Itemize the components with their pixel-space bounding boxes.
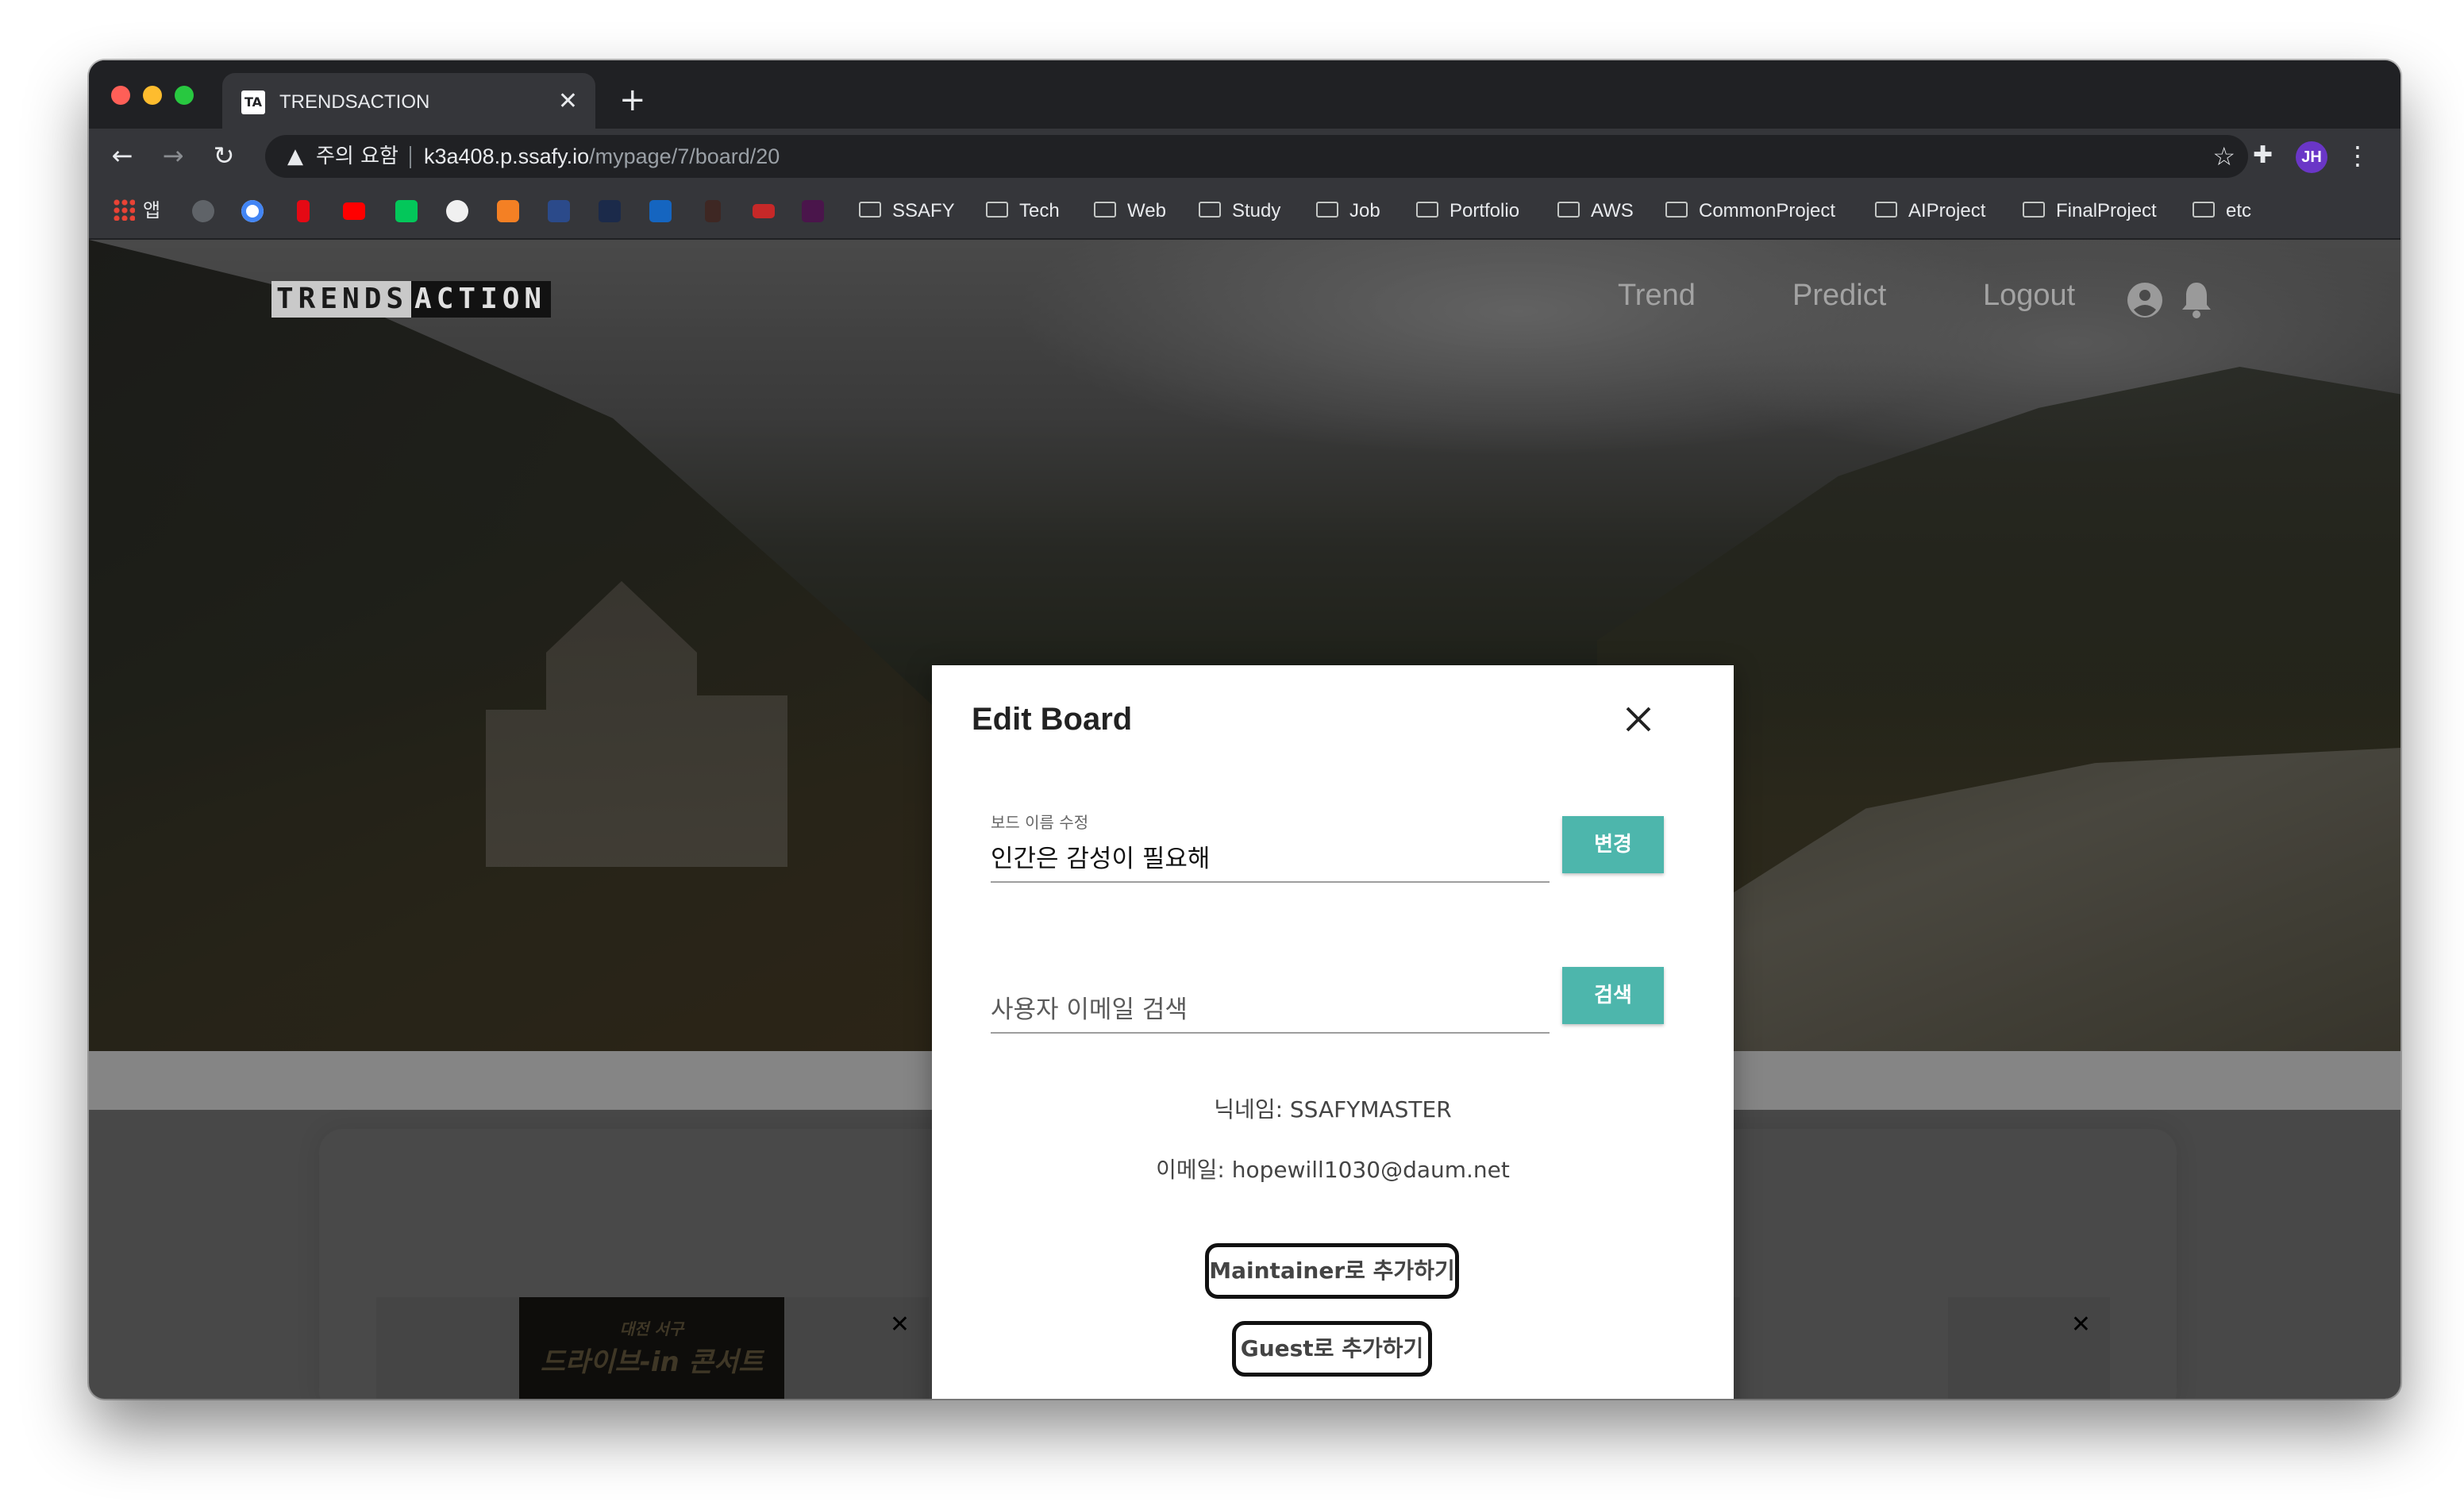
nav-logout-link[interactable]: Logout bbox=[1983, 275, 2075, 316]
code-brackets-icon[interactable] bbox=[548, 200, 570, 222]
security-warning-label[interactable]: 주의 요함 bbox=[316, 143, 398, 170]
tab-close-icon[interactable]: ✕ bbox=[558, 87, 578, 116]
folder-icon bbox=[1316, 201, 1338, 218]
board-name-input[interactable] bbox=[991, 842, 1550, 876]
youtube-icon[interactable] bbox=[343, 202, 365, 220]
chrome-menu-icon[interactable]: ⋮ bbox=[2345, 140, 2370, 171]
udemy-icon[interactable] bbox=[753, 204, 775, 218]
bookmark-label: SSAFY bbox=[892, 200, 955, 221]
modal-title: Edit Board bbox=[972, 702, 1133, 737]
bookmark-label: Study bbox=[1232, 200, 1281, 221]
browser-toolbar: ← → ↻ ▲ 주의 요함 k3a408.p.ssafy.io/mypage/7… bbox=[89, 129, 2400, 184]
address-bar[interactable]: ▲ 주의 요함 k3a408.p.ssafy.io/mypage/7/board… bbox=[265, 135, 2248, 178]
bookmark-apps-label: 앱 bbox=[143, 200, 161, 221]
nav-predict-link[interactable]: Predict bbox=[1792, 275, 1886, 316]
url-host: k3a408.p.ssafy.io bbox=[424, 144, 590, 168]
bookmark-label: Job bbox=[1349, 200, 1380, 221]
github-icon[interactable] bbox=[446, 200, 468, 222]
change-name-button[interactable]: 변경 bbox=[1562, 816, 1664, 873]
folder-icon bbox=[859, 201, 881, 218]
bookmark-folder-portfolio[interactable]: Portfolio bbox=[1416, 195, 1519, 227]
close-icon[interactable] bbox=[1618, 699, 1659, 740]
add-guest-button[interactable]: Guest로 추가하기 bbox=[1232, 1321, 1432, 1377]
url-text[interactable]: k3a408.p.ssafy.io/mypage/7/board/20 bbox=[424, 143, 780, 170]
google-icon[interactable] bbox=[241, 200, 264, 222]
board-name-field[interactable]: 보드 이름 수정 bbox=[991, 811, 1550, 883]
bookmark-label: AIProject bbox=[1908, 200, 1986, 221]
site-favicon: TA bbox=[241, 91, 265, 114]
site-logo[interactable]: TRENDS ACTION bbox=[271, 281, 552, 318]
tab-title: TRENDSACTION bbox=[279, 91, 430, 113]
folder-icon bbox=[1875, 201, 1897, 218]
bookmark-apps[interactable]: 앱 bbox=[113, 195, 160, 227]
bookmark-folder-etc[interactable]: etc bbox=[2193, 195, 2251, 227]
apps-grid-icon bbox=[113, 198, 135, 221]
bookmark-label: FinalProject bbox=[2056, 200, 2157, 221]
folder-icon bbox=[2193, 201, 2215, 218]
bookmark-label: Web bbox=[1127, 200, 1166, 221]
search-button[interactable]: 검색 bbox=[1562, 967, 1664, 1024]
bookmark-label: etc bbox=[2226, 200, 2252, 221]
folder-icon bbox=[1416, 201, 1438, 218]
naver-icon[interactable] bbox=[395, 200, 418, 222]
bookmark-folder-aws[interactable]: AWS bbox=[1557, 195, 1634, 227]
bookmarks-bar: 앱 SSAFY Tech Web Study Job Portfolio AWS… bbox=[89, 184, 2400, 240]
folder-icon bbox=[1557, 201, 1580, 218]
user-email-search-input[interactable] bbox=[991, 992, 1550, 1027]
bookmark-folder-job[interactable]: Job bbox=[1316, 195, 1380, 227]
window-zoom-button[interactable] bbox=[175, 86, 194, 105]
new-tab-button[interactable]: + bbox=[619, 84, 646, 116]
folder-icon bbox=[1665, 201, 1688, 218]
bookmark-label: Portfolio bbox=[1450, 200, 1520, 221]
bookmark-folder-tech[interactable]: Tech bbox=[986, 195, 1060, 227]
add-maintainer-button[interactable]: Maintainer로 추가하기 bbox=[1205, 1243, 1459, 1299]
back-arrow-icon[interactable]: ← bbox=[106, 140, 138, 171]
browser-window: TA TRENDSACTION ✕ + ← → ↻ ▲ 주의 요함 k3a408… bbox=[89, 60, 2400, 1399]
folder-icon bbox=[986, 201, 1008, 218]
extensions-puzzle-icon[interactable]: ✚ bbox=[2253, 140, 2273, 171]
page-viewport: 대전 서구 드라이브-in 콘서트 ✕ ✕ ✕ TRENDSACTION Tre… bbox=[89, 240, 2400, 1399]
reload-icon[interactable]: ↻ bbox=[208, 140, 240, 171]
package-icon[interactable] bbox=[497, 200, 519, 222]
flame-icon[interactable] bbox=[705, 200, 721, 222]
folder-icon bbox=[1199, 201, 1221, 218]
bookmark-label: Tech bbox=[1019, 200, 1060, 221]
tab-strip: TA TRENDSACTION ✕ + bbox=[89, 60, 2400, 129]
result-nickname: 닉네임: SSAFYMASTER bbox=[1214, 1096, 1452, 1123]
bookmark-folder-finalproject[interactable]: FinalProject bbox=[2023, 195, 2157, 227]
result-email: 이메일: hopewill1030@daum.net bbox=[1156, 1157, 1510, 1183]
browser-tab[interactable]: TA TRENDSACTION ✕ bbox=[222, 73, 595, 129]
apple-icon[interactable] bbox=[192, 200, 214, 222]
board-name-label: 보드 이름 수정 bbox=[991, 813, 1089, 832]
netflix-icon[interactable] bbox=[297, 200, 310, 222]
edit-board-modal: Edit Board 보드 이름 수정 변경 검색 닉네임: SSAFYMAST… bbox=[932, 665, 1734, 1399]
address-separator bbox=[410, 146, 411, 168]
bookmark-label: CommonProject bbox=[1699, 200, 1836, 221]
window-minimize-button[interactable] bbox=[143, 86, 162, 105]
bookmark-folder-study[interactable]: Study bbox=[1199, 195, 1280, 227]
bookmark-folder-aiproject[interactable]: AIProject bbox=[1875, 195, 1985, 227]
s-app-icon[interactable] bbox=[649, 200, 672, 222]
nav-trend-link[interactable]: Trend bbox=[1618, 275, 1696, 316]
warning-triangle-icon: ▲ bbox=[287, 144, 303, 168]
bookmark-star-icon[interactable]: ☆ bbox=[2212, 141, 2235, 171]
logo-part2: ACTION bbox=[411, 281, 552, 318]
notification-bell-icon[interactable] bbox=[2178, 279, 2215, 319]
profile-avatar[interactable]: JH bbox=[2296, 141, 2327, 173]
bookmark-folder-ssafy[interactable]: SSAFY bbox=[859, 195, 955, 227]
account-circle-icon[interactable] bbox=[2126, 281, 2164, 319]
window-close-button[interactable] bbox=[111, 86, 130, 105]
folder-icon bbox=[1094, 201, 1116, 218]
user-search-field[interactable] bbox=[991, 962, 1550, 1034]
slack-icon[interactable] bbox=[802, 200, 824, 222]
bookmark-folder-web[interactable]: Web bbox=[1094, 195, 1166, 227]
url-path: /mypage/7/board/20 bbox=[589, 144, 780, 168]
logo-part1: TRENDS bbox=[271, 281, 412, 318]
folder-icon bbox=[2023, 201, 2045, 218]
bookmark-label: AWS bbox=[1591, 200, 1634, 221]
forward-arrow-icon[interactable]: → bbox=[157, 140, 189, 171]
bookmark-folder-commonproject[interactable]: CommonProject bbox=[1665, 195, 1835, 227]
velog-icon[interactable] bbox=[599, 200, 621, 222]
